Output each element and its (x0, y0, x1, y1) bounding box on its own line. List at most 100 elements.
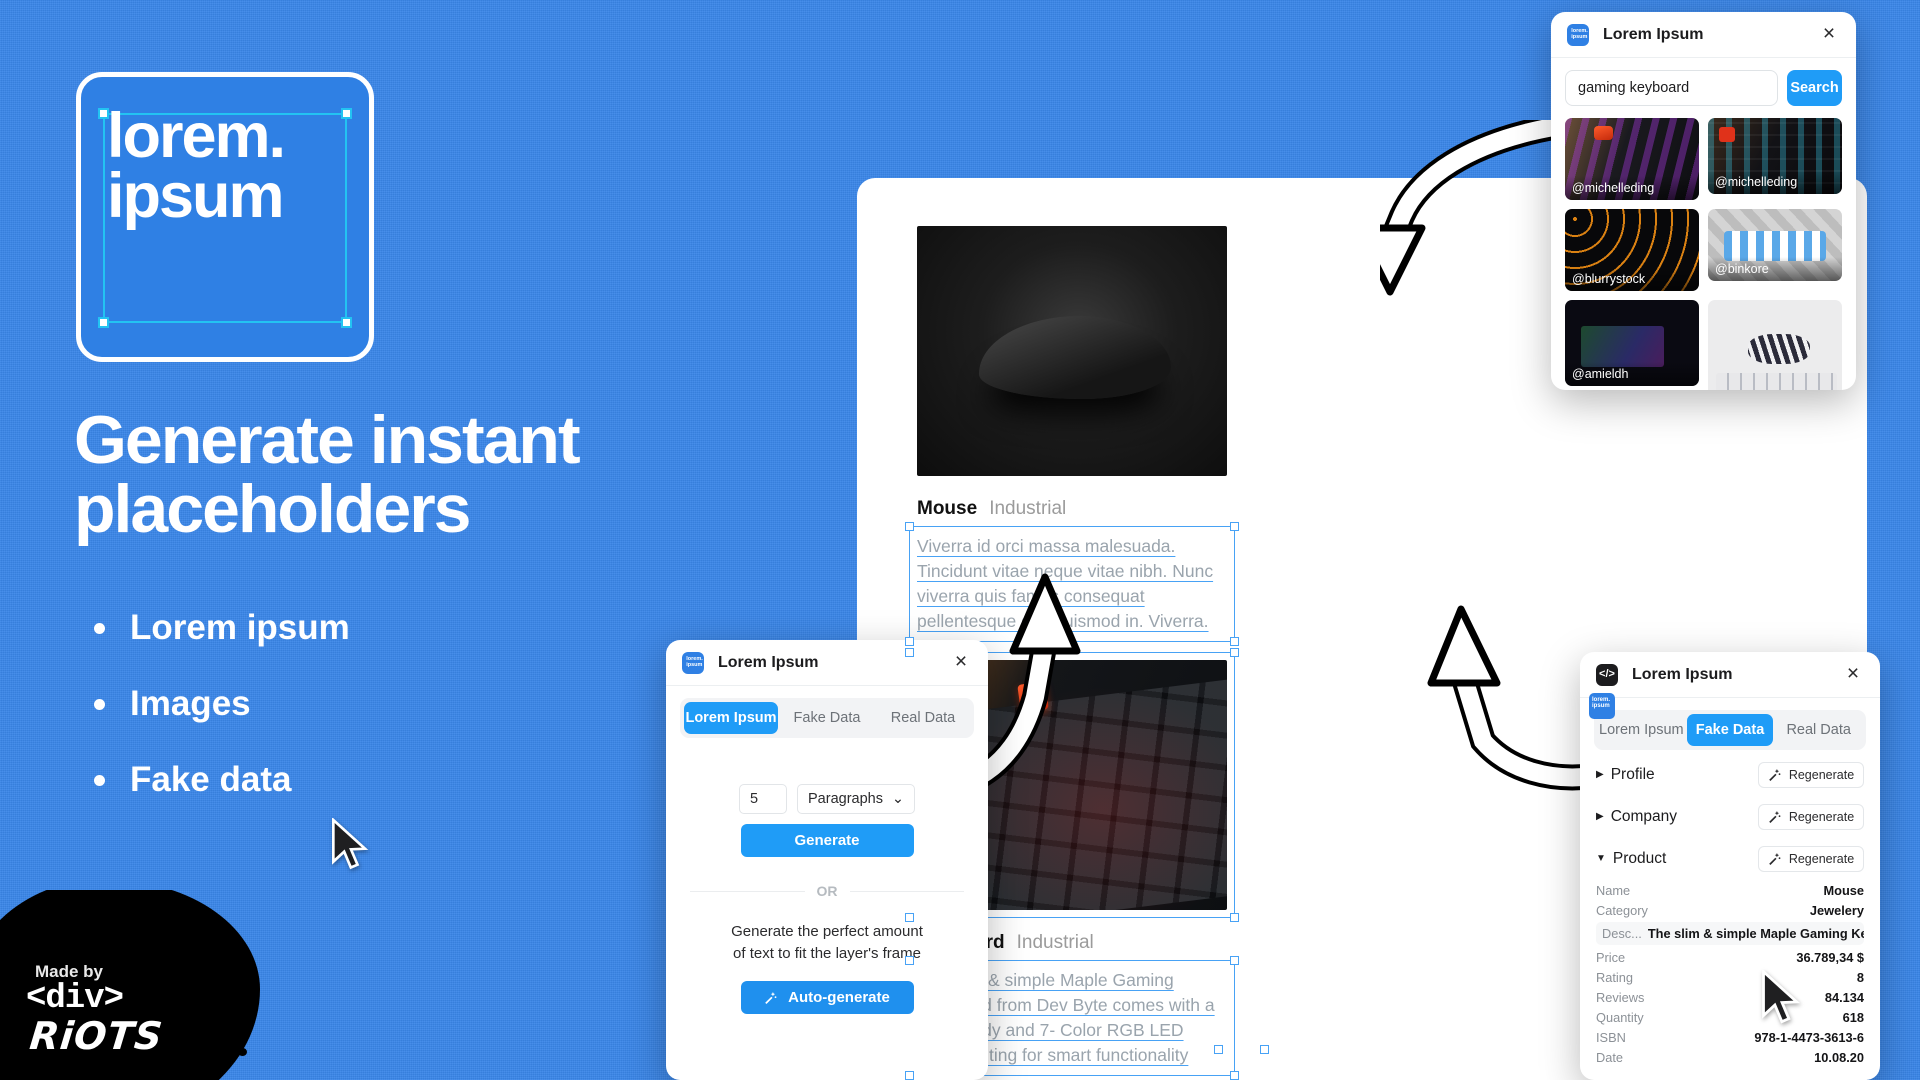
tab-fake-data[interactable]: Fake Data (1686, 714, 1774, 746)
chevron-right-icon[interactable]: ▶ (1596, 811, 1604, 822)
section-label[interactable]: ▼ Product (1596, 850, 1666, 868)
field-value: 618 (1842, 1009, 1864, 1025)
section-company[interactable]: ▶ Company Regenerate (1596, 799, 1864, 834)
field-key: Name (1596, 882, 1631, 898)
selection-handle-bottom-left[interactable] (905, 637, 914, 647)
magic-wand-icon (1769, 852, 1781, 865)
section-profile[interactable]: ▶ Profile Regenerate (1596, 757, 1864, 792)
selection-handle-top-left[interactable] (905, 956, 914, 966)
chevron-right-icon[interactable]: ▶ (1596, 769, 1604, 780)
unit-select[interactable]: Paragraphs ⌄ (797, 784, 915, 814)
panel-header: </> Lorem Ipsum × (1580, 652, 1880, 698)
close-icon[interactable]: × (950, 651, 972, 674)
list-item: Images (84, 684, 350, 724)
selection-handle-bottom-right[interactable] (1230, 913, 1239, 923)
selection-handle-top-right[interactable] (1230, 956, 1239, 966)
mouse-photo[interactable] (917, 226, 1227, 476)
selection-handle-top-right[interactable] (1230, 648, 1239, 658)
selection-handle-bottom-right[interactable] (341, 317, 352, 328)
photo-credit[interactable]: @binkore (1708, 257, 1842, 281)
selection-handle-bottom-left[interactable] (98, 317, 109, 328)
selection-handle-bottom-right[interactable] (1230, 1071, 1239, 1080)
generate-button[interactable]: Generate (740, 824, 914, 857)
selection-handle-top-right[interactable] (1230, 522, 1239, 531)
chevron-down-icon[interactable]: ▼ (1596, 853, 1606, 864)
section-label[interactable]: ▶ Profile (1596, 766, 1655, 784)
selection-handle-bottom-right[interactable] (1230, 637, 1239, 647)
regenerate-company-button[interactable]: Regenerate (1758, 803, 1864, 830)
photo-credit[interactable]: @michelleding (1565, 176, 1699, 200)
field-quantity: Quantity 618 (1596, 1007, 1864, 1027)
list-item[interactable]: @binkore (1708, 209, 1842, 281)
photo-credit[interactable]: @blurrystock (1565, 267, 1699, 291)
field-date: Date 10.08.20 (1596, 1047, 1864, 1067)
logo-wordmark: lorem. ipsum (107, 101, 359, 228)
table-row[interactable]: Mouse Industrial Viverra id orci massa ma… (905, 226, 1239, 647)
text-layer-selection[interactable]: Viverra id orci massa malesuada. Tincidu… (905, 522, 1239, 647)
lorem-ipsum-app-icon: lorem. ipsum (682, 651, 704, 674)
close-icon[interactable]: × (1842, 663, 1864, 686)
auto-generate-button[interactable]: Auto-generate (740, 980, 914, 1014)
regenerate-label: Regenerate (1788, 767, 1855, 782)
search-results-grid: @michelleding @michelleding @blurrystock… (1551, 118, 1856, 390)
field-value: Jewelery (1809, 902, 1864, 918)
tab-fake-data[interactable]: Fake Data (780, 702, 874, 734)
lorem-ipsum-app-icon-overlay: lorem. ipsum (1589, 693, 1615, 719)
field-value: 978-1-4473-3613-6 (1754, 1029, 1864, 1045)
section-label[interactable]: ▶ Company (1596, 808, 1677, 826)
photo-credit[interactable]: @michelleding (1708, 170, 1842, 194)
list-item[interactable]: @michelleding (1708, 118, 1842, 194)
tab-lorem-ipsum[interactable]: Lorem Ipsum (684, 702, 778, 734)
divriots-credit: Made by <div> RiOTS (0, 890, 260, 1080)
field-rating: Rating 8 (1596, 967, 1864, 987)
selection-handle-bottom[interactable] (1260, 1045, 1269, 1054)
regenerate-label: Regenerate (1788, 809, 1855, 824)
amount-input[interactable]: 5 (739, 784, 787, 814)
ink-fleck (196, 923, 205, 930)
field-category: Category Jewelery (1596, 900, 1864, 920)
search-button[interactable]: Search (1787, 70, 1842, 106)
card-name: Mouse (917, 498, 978, 519)
list-item[interactable]: @amieldh (1565, 300, 1699, 386)
generate-controls-row: 5 Paragraphs ⌄ (666, 784, 988, 814)
hint-line-2: of text to fit the layer's frame (733, 944, 921, 962)
divriots-div-wordmark: <div> (26, 980, 124, 1018)
lorem-ipsum-logo-card: lorem. ipsum (76, 72, 374, 362)
close-icon[interactable]: × (1818, 23, 1840, 46)
panel-tabs: Lorem Ipsum Fake Data Real Data (680, 698, 974, 738)
logo-line-1: lorem. (107, 101, 286, 171)
search-input[interactable] (1565, 70, 1778, 106)
mouse-pointer-cursor-right (1762, 970, 1801, 1024)
field-value: Mouse (1823, 882, 1864, 898)
magic-wand-icon (1769, 810, 1781, 823)
ink-fleck (186, 985, 198, 994)
field-key: Reviews (1596, 989, 1645, 1005)
selection-handle-top-left[interactable] (905, 648, 914, 658)
selection-handle-bottom-left[interactable] (905, 1071, 914, 1080)
ink-fleck (170, 907, 175, 912)
or-label: OR (816, 883, 838, 899)
panel-title: Lorem Ipsum (718, 653, 819, 671)
section-product[interactable]: ▼ Product Regenerate (1596, 841, 1864, 876)
section-name: Company (1610, 807, 1678, 825)
field-description[interactable]: Desc... The slim & simple Maple Gaming Ke… (1596, 922, 1864, 945)
field-key: Date (1596, 1049, 1624, 1065)
tab-real-data[interactable]: Real Data (1775, 714, 1862, 746)
list-item[interactable] (1708, 300, 1842, 390)
field-price: Price 36.789,34 $ (1596, 947, 1864, 967)
photo-credit[interactable]: @amieldh (1565, 362, 1699, 386)
fake-data-panel: </> Lorem Ipsum × Lorem Ipsum Fake Data … (1580, 652, 1880, 1080)
image-search-panel: lorem.ipsum Lorem Ipsum × Search @michel… (1551, 12, 1856, 390)
tab-real-data[interactable]: Real Data (876, 702, 970, 734)
card-description: Viverra id orci massa malesuada. Tincidu… (917, 536, 1214, 632)
list-item[interactable]: @michelleding (1565, 118, 1699, 200)
list-item[interactable]: @blurrystock (1565, 209, 1699, 291)
selection-handle-bottom[interactable] (1214, 1045, 1223, 1054)
selection-handle-top-left[interactable] (905, 522, 914, 531)
panel-header: lorem. ipsum Lorem Ipsum × (1551, 12, 1856, 58)
selection-handle-bottom-left[interactable] (905, 913, 914, 923)
regenerate-profile-button[interactable]: Regenerate (1758, 761, 1864, 788)
product-fields: Name Mouse Category Jewelery Desc... The sl… (1596, 880, 1864, 1067)
search-bar: Search (1551, 58, 1856, 118)
regenerate-product-button[interactable]: Regenerate (1758, 845, 1864, 872)
